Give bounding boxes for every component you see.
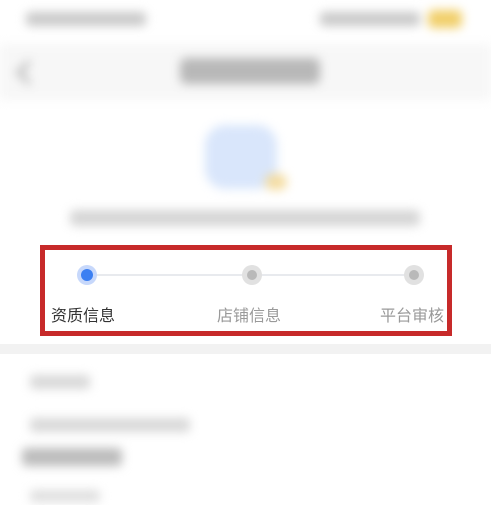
hero-illustration-accent <box>265 174 287 190</box>
back-icon[interactable] <box>16 60 41 85</box>
form-field[interactable] <box>30 418 190 432</box>
step-label-qualification: 资质信息 <box>51 306 116 325</box>
step-connector <box>259 274 409 276</box>
page-title <box>180 58 320 84</box>
form-field-label <box>30 375 90 389</box>
status-bar-time <box>26 12 146 26</box>
step-label-store-info: 店铺信息 <box>217 306 282 325</box>
step-label-platform-review: 平台审核 <box>380 306 445 325</box>
form-section-heading <box>22 448 122 466</box>
step-progress-highlight: 资质信息 店铺信息 平台审核 <box>40 245 452 336</box>
status-bar-indicators <box>320 12 420 26</box>
battery-icon <box>428 10 462 28</box>
status-bar <box>0 0 491 44</box>
form-field-label <box>30 490 100 502</box>
hero-description <box>70 210 420 226</box>
step-indicator <box>242 265 262 285</box>
section-divider <box>0 344 491 354</box>
step-connector <box>95 274 243 276</box>
nav-bar <box>0 44 491 100</box>
step-indicator-active <box>77 265 97 285</box>
step-indicator <box>404 265 424 285</box>
